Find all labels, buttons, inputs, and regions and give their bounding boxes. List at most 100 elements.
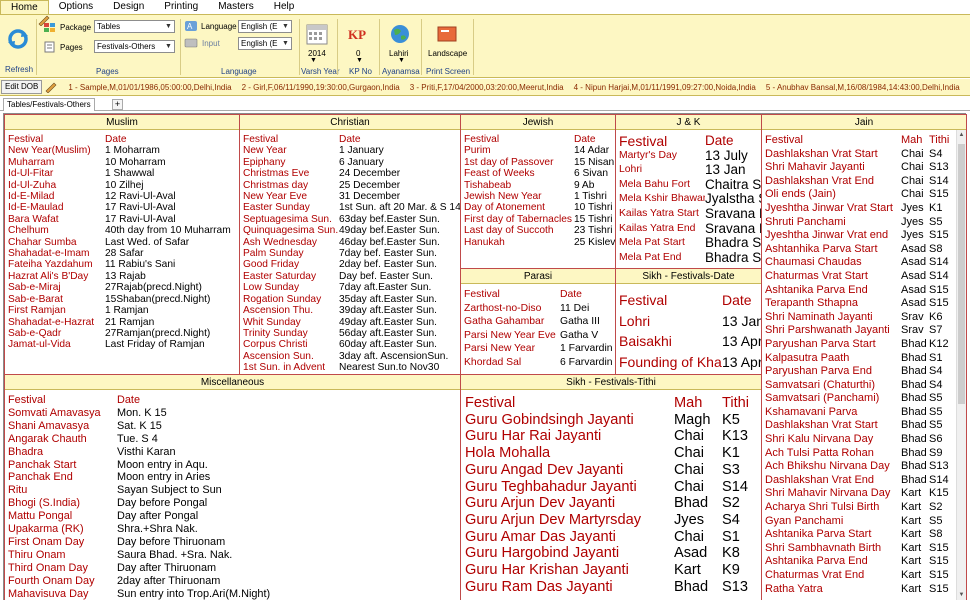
table-row[interactable]: Id-Ul-Fitar 1 Shawwal	[8, 168, 239, 179]
table-row[interactable]: Shahadat-e-Hazrat 21 Ramjan	[8, 317, 239, 328]
table-row[interactable]: Guru Arjun Dev Martyrsday Jyes S4	[465, 512, 761, 529]
menu-options[interactable]: Options	[49, 0, 103, 14]
table-row[interactable]: Bhogi (S.India) Day before Pongal	[8, 497, 460, 510]
table-row[interactable]: Ach Bhikshu Nirvana Day Bhad S13	[765, 460, 966, 474]
table-row[interactable]: Bhadra Visthi Karan	[8, 446, 460, 459]
table-row[interactable]: Hazrat Ali's B'Day 13 Rajab	[8, 271, 239, 282]
table-row[interactable]: Ratha Yatra Kart S15	[765, 583, 966, 597]
table-row[interactable]: Paryushan Parva End Bhad S4	[765, 365, 966, 379]
table-row[interactable]: Easter Saturday Day bef. Easter Sun.	[243, 271, 460, 282]
table-row[interactable]: Corpus Christi 60day aft.Easter Sun.	[243, 339, 460, 350]
profile-item[interactable]: 4 - Nipun Harjai,M,01/11/1991,09:27:00,N…	[574, 83, 756, 92]
table-row[interactable]: Shri Mahavir Jayanti Chai S13	[765, 161, 966, 175]
table-row[interactable]: Lohri 13 Jan	[619, 311, 761, 332]
table-row[interactable]: Septuagesima Sun. 63day bef.Easter Sun.	[243, 214, 460, 225]
table-row[interactable]: Id-E-Milad 12 Ravi-Ul-Aval	[8, 191, 239, 202]
table-row[interactable]: Hanukah 25 Kislev	[464, 237, 615, 248]
table-row[interactable]: Guru Har Krishan Jayanti Kart K9	[465, 562, 761, 579]
table-row[interactable]: Feast of Weeks 6 Sivan	[464, 168, 615, 179]
table-row[interactable]: Founding of Khalsa13 Apr	[619, 352, 761, 373]
table-row[interactable]: Shruti Panchami Jyes S5	[765, 216, 966, 230]
table-row[interactable]: Whit Sunday 49day aft.Easter Sun.	[243, 317, 460, 328]
menu-masters[interactable]: Masters	[208, 0, 264, 14]
table-row[interactable]: Lohri 13 Jan	[619, 163, 761, 178]
table-row[interactable]: Somvati Amavasya Mon. K 15	[8, 407, 460, 420]
table-row[interactable]: Guru Gobindsingh Jayanti Magh K5	[465, 412, 761, 429]
table-row[interactable]: Shri Kalu Nirvana Day Bhad S6	[765, 433, 966, 447]
table-row[interactable]: Ashtanhika Parva Start Asad S8	[765, 243, 966, 257]
table-row[interactable]: Samvatsari (Chaturthi) Bhad S4	[765, 379, 966, 393]
table-row[interactable]: Shri Mahavir Nirvana Day Kart K15	[765, 487, 966, 501]
table-row[interactable]: Kshamavani Parva Bhad S5	[765, 406, 966, 420]
table-row[interactable]: Sab-e-Qadr 27Ramjan(precd.Night)	[8, 328, 239, 339]
table-row[interactable]: Easter Sunday 1st Sun. aft 20 Mar. & S 14	[243, 202, 460, 213]
scroll-up-icon[interactable]: ▲	[957, 130, 966, 140]
table-row[interactable]: Dashlakshan Vrat End Bhad S14	[765, 474, 966, 488]
table-row[interactable]: Upakarma (RK) Shra.+Shra Nak.	[8, 523, 460, 536]
table-row[interactable]: Paryushan Parva Start Bhad K12	[765, 338, 966, 352]
table-row[interactable]: Sab-e-Miraj 27Rajab(precd.Night)	[8, 282, 239, 293]
jain-scrollbar[interactable]: ▲ ▼	[956, 130, 966, 600]
table-row[interactable]: Jyeshtha Jinwar Vrat end Jyes S15	[765, 229, 966, 243]
tab-festivals-others[interactable]: Tables/Festivals-Others	[3, 98, 95, 111]
table-row[interactable]: Ascension Thu. 39day aft.Easter Sun.	[243, 305, 460, 316]
table-row[interactable]: Chaumasi Chaudas Asad S14	[765, 256, 966, 270]
table-row[interactable]: Angarak Chauth Tue. S 4	[8, 433, 460, 446]
table-row[interactable]: Mela Bahu Fort Chaitra S 8	[619, 178, 761, 193]
table-row[interactable]: Ascension Sun. 3day aft. AscensionSun.	[243, 351, 460, 362]
table-row[interactable]: Mattu Pongal Day after Pongal	[8, 510, 460, 523]
table-row[interactable]: First Onam Day Day before Thiruonam	[8, 536, 460, 549]
table-row[interactable]: 1st Sun. in Advent Nearest Sun.to Nov30	[243, 362, 460, 373]
table-row[interactable]: New Year 1 January	[243, 145, 460, 156]
table-row[interactable]: Muharram 10 Moharram	[8, 157, 239, 168]
table-row[interactable]: Ashtanika Parva End Kart S15	[765, 555, 966, 569]
table-row[interactable]: 1st day of Passover 15 Nisan	[464, 157, 615, 168]
table-row[interactable]: Ash Wednesday 46day bef.Easter Sun.	[243, 237, 460, 248]
table-row[interactable]: First day of Tabernacles 15 Tishri	[464, 214, 615, 225]
varsh-year-button[interactable]: 2014 ▼ Varsh Year	[300, 15, 340, 79]
table-row[interactable]: New Year(Muslim) 1 Moharram	[8, 145, 239, 156]
print-screen-button[interactable]: Landscape Print Screen	[422, 15, 472, 79]
edit-dob-button[interactable]: Edit DOB	[1, 80, 43, 94]
table-row[interactable]: Kailas Yatra Start Sravana K 13	[619, 207, 761, 222]
table-row[interactable]: Day of Atonement 10 Tishri	[464, 202, 615, 213]
kp-no-button[interactable]: KP 0 ▼ KP No	[338, 15, 378, 79]
table-row[interactable]: Samvatsari (Panchami) Bhad S5	[765, 392, 966, 406]
add-tab-button[interactable]: +	[112, 99, 123, 110]
table-row[interactable]: Shri Naminath Jayanti Srav K6	[765, 311, 966, 325]
table-row[interactable]: Fateiha Yazdahum 11 Rabiu's Sani	[8, 259, 239, 270]
table-row[interactable]: Low Sunday 7day aft.Easter Sun.	[243, 282, 460, 293]
language-select[interactable]: English (E ▼	[238, 20, 292, 33]
table-row[interactable]: Tishabeab 9 Ab	[464, 180, 615, 191]
package-select[interactable]: Tables ▼	[94, 20, 175, 33]
menu-design[interactable]: Design	[103, 0, 154, 14]
table-row[interactable]: Id-Ul-Zuha 10 Zilhej	[8, 180, 239, 191]
refresh-button[interactable]: Refresh	[0, 15, 36, 79]
table-row[interactable]: Purim 14 Adar	[464, 145, 615, 156]
table-row[interactable]: Trinity Sunday 56day aft.Easter Sun.	[243, 328, 460, 339]
table-row[interactable]: Rogation Sunday 35day aft.Easter Sun.	[243, 294, 460, 305]
menu-help[interactable]: Help	[264, 0, 305, 14]
table-row[interactable]: Jyeshtha Jinwar Vrat Start Jyes K1	[765, 202, 966, 216]
table-row[interactable]: Shri Sambhavnath Birth Kart S15	[765, 542, 966, 556]
table-row[interactable]: Guru Ram Das Jayanti Bhad S13	[465, 579, 761, 596]
table-row[interactable]: New Year Eve 31 December	[243, 191, 460, 202]
table-row[interactable]: Last day of Succoth 23 Tishri	[464, 225, 615, 236]
table-row[interactable]: Shahadat-e-Imam 28 Safar	[8, 248, 239, 259]
table-row[interactable]: Oli ends (Jain) Chai S15	[765, 188, 966, 202]
table-row[interactable]: Jewish New Year 1 Tishri	[464, 191, 615, 202]
table-row[interactable]: Ritu Sayan Subject to Sun	[8, 484, 460, 497]
table-row[interactable]: Chelhum 40th day from 10 Muharram	[8, 225, 239, 236]
menu-home[interactable]: Home	[0, 0, 49, 14]
table-row[interactable]: Fourth Onam Day 2day after Thiruonam	[8, 575, 460, 588]
scroll-thumb[interactable]	[958, 144, 965, 404]
table-row[interactable]: Sab-e-Barat 15Shaban(precd.Night)	[8, 294, 239, 305]
table-row[interactable]: Quinquagesima Sun. 49day bef.Easter Sun.	[243, 225, 460, 236]
table-row[interactable]: Kalpasutra Paath Bhad S1	[765, 352, 966, 366]
table-row[interactable]: Guru Arjun Dev Jayanti Bhad S2	[465, 495, 761, 512]
table-row[interactable]: Guru Har Rai Jayanti Chai K13	[465, 428, 761, 445]
table-row[interactable]: Ashtanika Parva End Asad S15	[765, 284, 966, 298]
table-row[interactable]: Acharya Shri Tulsi Birth Kart S2	[765, 501, 966, 515]
table-row[interactable]: Panchak Start Moon entry in Aqu.	[8, 459, 460, 472]
table-row[interactable]: Martyr's Day 13 July	[619, 149, 761, 164]
